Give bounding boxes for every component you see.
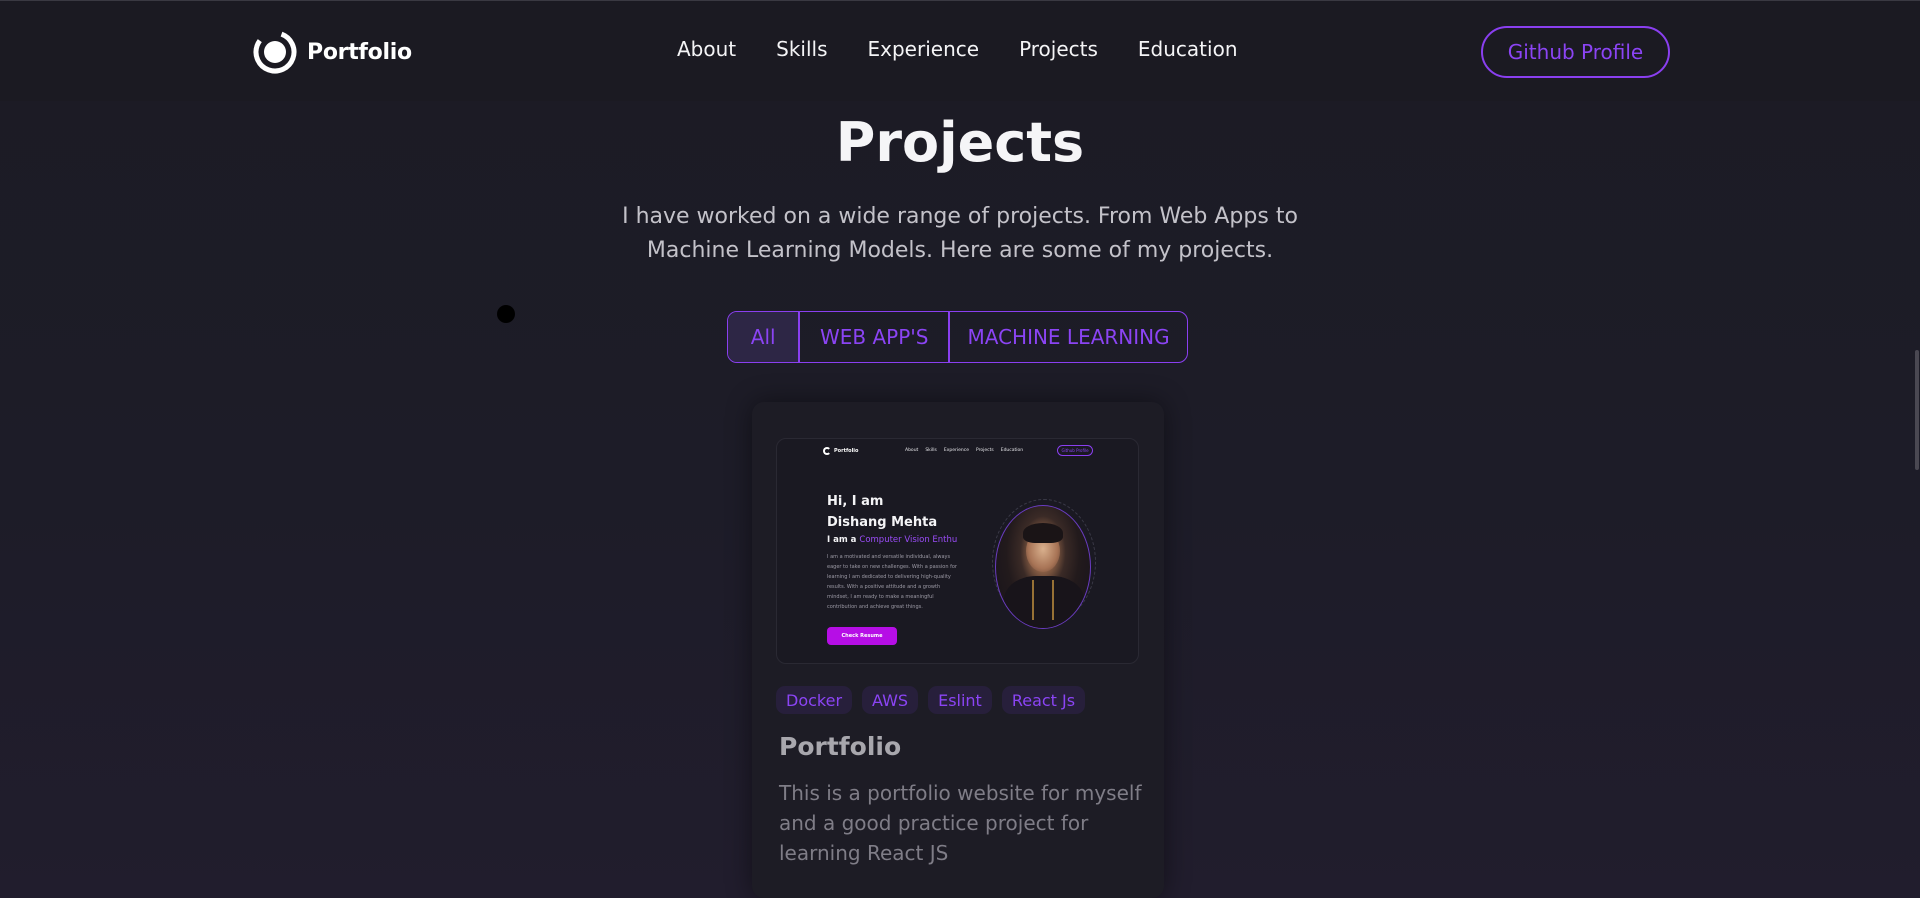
filter-web-apps-button[interactable]: WEB APP'S bbox=[800, 312, 948, 362]
preview-nav-link: About bbox=[905, 448, 919, 453]
tag-react-js: React Js bbox=[1001, 686, 1086, 714]
preview-github-button: Github Profile bbox=[1057, 445, 1093, 456]
preview-nav-link: Skills bbox=[925, 448, 937, 453]
section-title: Projects bbox=[835, 111, 1085, 174]
preview-greeting: Hi, I am Dishang Mehta bbox=[827, 491, 937, 533]
preview-resume-button: Check Resume bbox=[827, 627, 897, 645]
nav-link-projects[interactable]: Projects bbox=[1019, 37, 1098, 61]
page-scrollbar[interactable] bbox=[1913, 0, 1920, 898]
preview-role-text: Computer Vision Enthu bbox=[859, 535, 958, 545]
preview-role-prefix: I am a bbox=[827, 535, 857, 545]
navbar: Portfolio About Skills Experience Projec… bbox=[0, 0, 1920, 101]
project-tags: Docker AWS Eslint React Js bbox=[776, 686, 1086, 714]
logo-icon bbox=[253, 30, 297, 74]
tag-aws: AWS bbox=[862, 686, 919, 714]
filter-machine-learning-button[interactable]: MACHINE LEARNING bbox=[950, 312, 1187, 362]
preview-nav-link: Projects bbox=[975, 448, 994, 453]
preview-logo-icon bbox=[823, 447, 831, 455]
preview-name: Dishang Mehta bbox=[827, 515, 938, 530]
preview-role: I am a Computer Vision Enthu bbox=[827, 535, 957, 545]
nav-link-about[interactable]: About bbox=[677, 37, 736, 61]
scrollbar-thumb[interactable] bbox=[1915, 350, 1919, 470]
preview-navbar: Portfolio About Skills Experience Projec… bbox=[777, 439, 1138, 463]
tag-docker: Docker bbox=[776, 686, 853, 714]
filter-all-button[interactable]: All bbox=[728, 312, 799, 362]
brand-name: Portfolio bbox=[307, 39, 412, 65]
preview-nav-links: About Skills Experience Projects Educati… bbox=[905, 448, 1023, 453]
preview-photo-trim bbox=[1032, 580, 1054, 620]
tag-eslint: Eslint bbox=[928, 686, 992, 714]
project-preview-image: Portfolio About Skills Experience Projec… bbox=[776, 438, 1139, 664]
preview-logo: Portfolio bbox=[823, 447, 858, 455]
github-profile-button[interactable]: Github Profile bbox=[1481, 26, 1670, 78]
nav-links: About Skills Experience Projects Educati… bbox=[677, 37, 1238, 61]
project-title: Portfolio bbox=[779, 732, 902, 761]
preview-greeting-line: Hi, I am bbox=[827, 494, 884, 509]
nav-link-education[interactable]: Education bbox=[1138, 37, 1238, 61]
preview-bio: I am a motivated and versatile individua… bbox=[827, 554, 957, 610]
preview-profile-photo bbox=[995, 505, 1091, 629]
project-description: This is a portfolio website for myself a… bbox=[779, 781, 1142, 865]
cursor-dot bbox=[497, 305, 515, 323]
project-card[interactable]: Portfolio About Skills Experience Projec… bbox=[752, 402, 1164, 898]
project-filter-group: All WEB APP'S MACHINE LEARNING bbox=[727, 311, 1188, 363]
preview-photo-hair bbox=[1023, 523, 1063, 543]
section-description: I have worked on a wide range of project… bbox=[622, 204, 1298, 263]
nav-link-skills[interactable]: Skills bbox=[776, 37, 827, 61]
preview-brand: Portfolio bbox=[834, 448, 859, 454]
brand-logo[interactable]: Portfolio bbox=[253, 30, 412, 74]
nav-link-experience[interactable]: Experience bbox=[868, 37, 980, 61]
preview-nav-link: Education bbox=[1000, 448, 1024, 453]
preview-nav-link: Experience bbox=[943, 448, 969, 453]
